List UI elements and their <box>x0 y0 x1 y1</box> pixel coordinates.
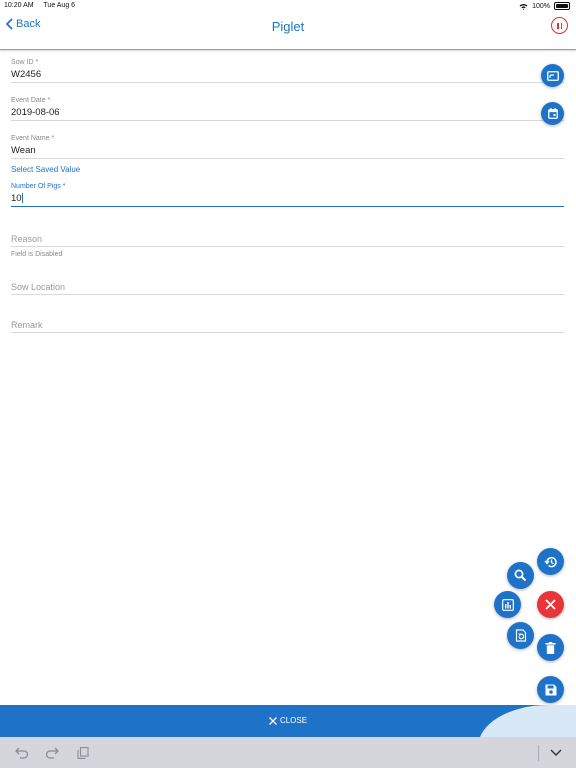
chevron-down-icon <box>550 749 562 756</box>
search-icon <box>514 569 527 582</box>
remark-placeholder: Remark <box>11 320 43 330</box>
close-x-icon <box>268 716 277 725</box>
close-label: CLOSE <box>279 716 308 725</box>
event-date-label: Event Date * <box>11 97 51 104</box>
reason-field: Reason <box>11 232 564 247</box>
clipboard-icon <box>77 747 89 759</box>
close-bar: CLOSE <box>0 705 576 737</box>
pause-icon <box>557 22 559 29</box>
scan-icon <box>546 70 559 81</box>
wifi-icon <box>519 3 528 10</box>
event-name-value: Wean <box>11 145 36 156</box>
sow-location-field[interactable]: Sow Location <box>11 280 564 295</box>
delete-icon <box>545 641 556 654</box>
dismiss-keyboard-button[interactable] <box>548 745 564 761</box>
number-of-pigs-value: 10 <box>11 193 22 204</box>
status-date: Tue Aug 6 <box>43 2 76 9</box>
reason-disabled-hint: Field is Disabled <box>11 251 63 258</box>
close-icon <box>545 599 556 610</box>
battery-icon <box>554 2 570 10</box>
event-name-field[interactable]: Event Name * Wean <box>11 135 564 159</box>
history-icon <box>543 556 557 567</box>
undo-button[interactable] <box>14 745 30 761</box>
save-icon <box>545 684 556 695</box>
reset-icon <box>515 629 526 642</box>
undo-icon <box>15 747 29 759</box>
battery-percent: 100% <box>532 2 550 10</box>
keyboard-accessory-bar <box>0 737 576 768</box>
search-button[interactable] <box>507 562 534 589</box>
event-date-value: 2019-08-06 <box>11 107 60 118</box>
remark-field[interactable]: Remark <box>11 318 564 333</box>
calendar-icon <box>547 108 558 119</box>
pause-button[interactable] <box>551 17 568 34</box>
reset-button[interactable] <box>507 622 534 649</box>
scan-button[interactable] <box>541 64 564 87</box>
history-button[interactable] <box>537 548 564 575</box>
select-saved-value-link[interactable]: Select Saved Value <box>11 165 80 174</box>
status-bar: 10:20 AM Tue Aug 6 100% <box>0 0 576 12</box>
text-cursor <box>21 193 23 204</box>
redo-icon <box>45 747 59 759</box>
paste-button[interactable] <box>75 745 91 761</box>
cancel-button[interactable] <box>537 591 564 618</box>
close-button[interactable]: CLOSE <box>0 716 576 725</box>
redo-button[interactable] <box>44 745 60 761</box>
event-date-field[interactable]: Event Date * 2019-08-06 <box>11 97 564 121</box>
page-title: Piglet <box>271 19 305 34</box>
report-button[interactable] <box>494 591 521 618</box>
delete-button[interactable] <box>537 634 564 661</box>
sow-id-label: Sow ID * <box>11 59 39 66</box>
toolbar-divider <box>538 745 539 761</box>
sow-id-value: W2456 <box>11 69 42 80</box>
bar-chart-icon <box>501 598 514 611</box>
status-time: 10:20 AM <box>4 2 34 9</box>
event-name-label: Event Name * <box>11 135 55 142</box>
navigation-bar: Back Piglet <box>0 12 576 50</box>
number-of-pigs-label: Number Of Pigs * <box>11 183 66 190</box>
date-picker-button[interactable] <box>541 102 564 125</box>
reason-placeholder: Reason <box>11 234 43 244</box>
sow-id-field[interactable]: Sow ID * W2456 <box>11 59 564 83</box>
save-button[interactable] <box>537 676 564 703</box>
number-of-pigs-input[interactable]: 10 <box>11 192 564 206</box>
sow-location-placeholder: Sow Location <box>11 282 66 292</box>
number-of-pigs-field[interactable]: Number Of Pigs * 10 <box>11 183 564 207</box>
